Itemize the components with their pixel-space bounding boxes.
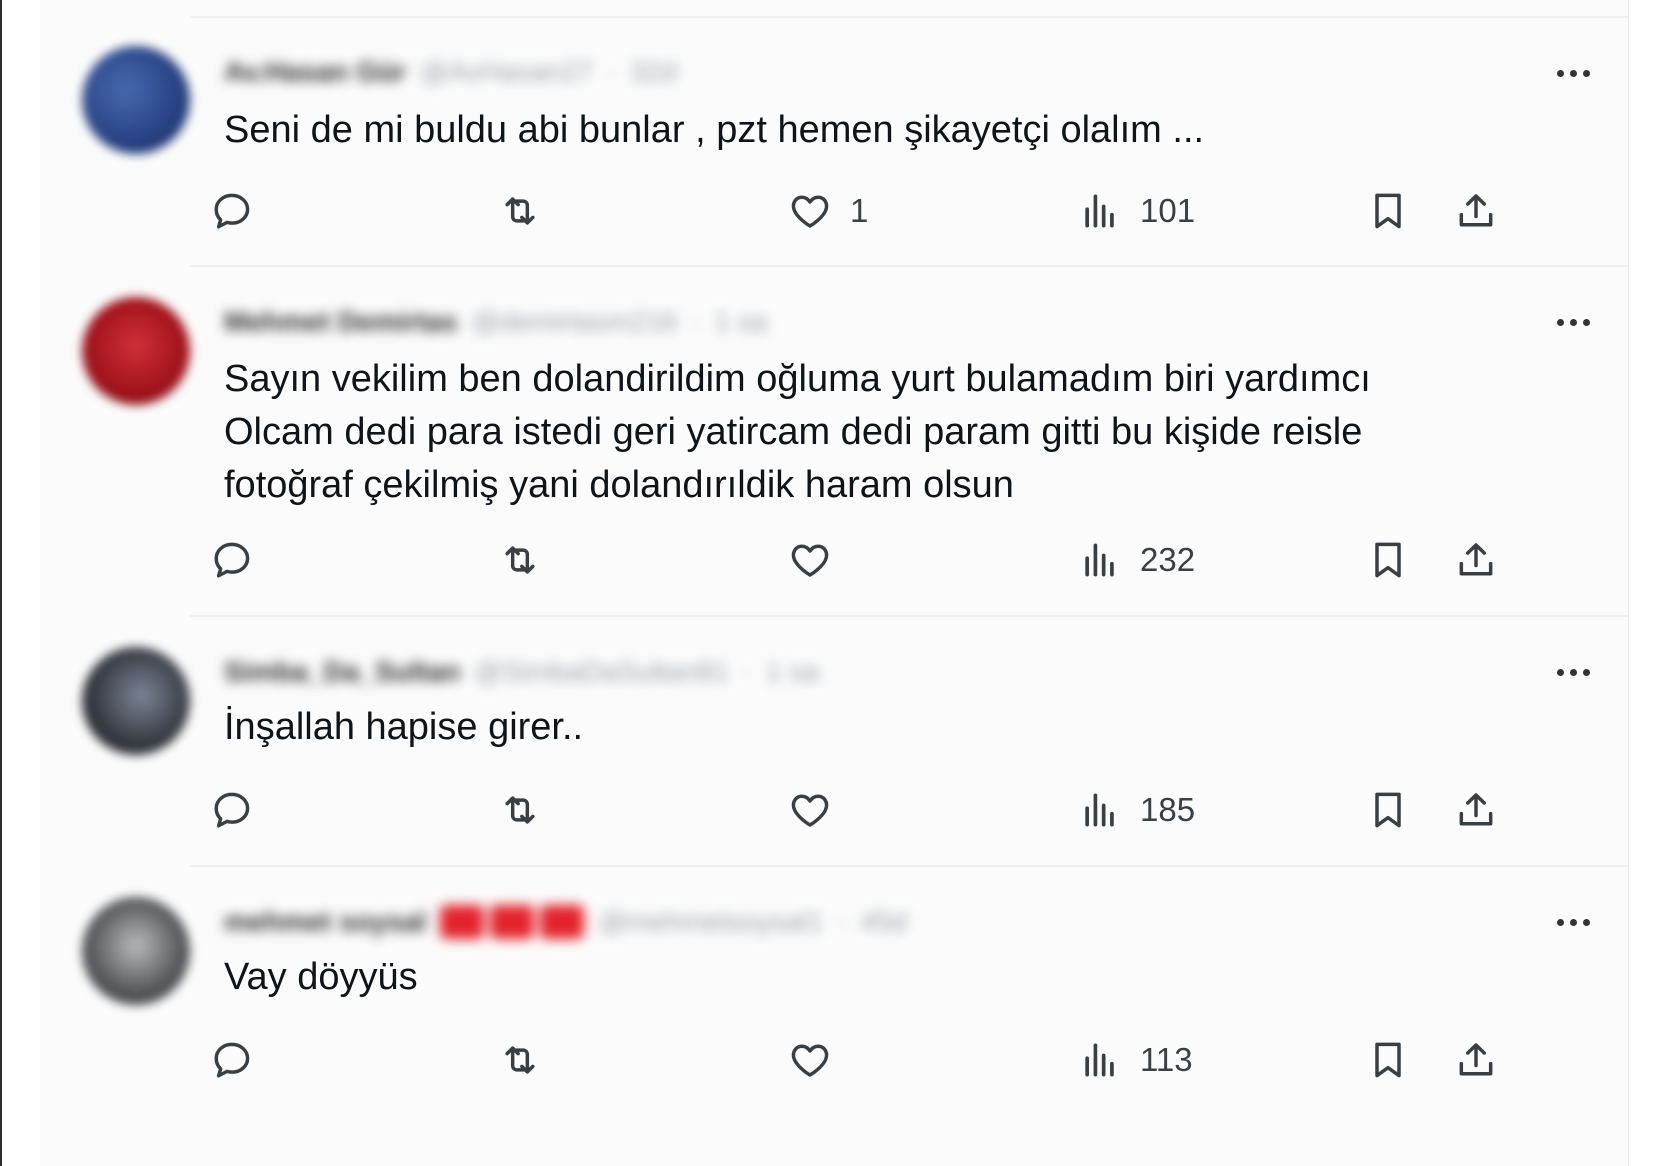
- more-icon[interactable]: [1548, 657, 1598, 687]
- share-icon: [1459, 1043, 1493, 1076]
- avatar[interactable]: [82, 297, 190, 405]
- timestamp[interactable]: 1 sa: [715, 306, 768, 338]
- reply-tweet[interactable]: Simba_Da_Sultan @SimbaDaSultan81 · 1 sa …: [40, 615, 1628, 865]
- reply-icon: [214, 792, 250, 828]
- views-icon: [1085, 793, 1114, 827]
- share-button[interactable]: [1454, 535, 1498, 585]
- like-count: 1: [850, 192, 869, 229]
- like-button[interactable]: [788, 785, 850, 835]
- retweet-button[interactable]: [498, 1035, 542, 1085]
- bookmark-icon: [1375, 792, 1401, 828]
- reply-tweet[interactable]: Av.Hasan Gür @AvHasan27 · 32d Seni de mi…: [40, 18, 1628, 283]
- reply-icon: [214, 1042, 250, 1078]
- bookmark-icon: [1375, 1042, 1401, 1078]
- timestamp[interactable]: 45d: [860, 906, 907, 938]
- heart-icon: [791, 794, 829, 827]
- retweet-icon: [505, 197, 535, 225]
- divider: [190, 615, 1628, 617]
- tweet-text: Vay döyyüs: [224, 956, 418, 998]
- views-button[interactable]: 232: [1078, 535, 1195, 585]
- bookmark-button[interactable]: [1366, 1035, 1410, 1085]
- tweet-header: Simba_Da_Sultan @SimbaDaSultan81 · 1 sa: [224, 652, 819, 692]
- like-button[interactable]: [788, 1035, 850, 1085]
- share-icon: [1459, 793, 1493, 826]
- tweet-actions: 185: [40, 785, 1628, 835]
- heart-icon: [791, 195, 829, 228]
- divider: [190, 265, 1628, 267]
- like-button[interactable]: [788, 535, 850, 585]
- bookmark-icon: [1375, 542, 1401, 578]
- tweet-text: İnşallah hapise girer..: [224, 706, 584, 748]
- tweet-text: Sayın vekilim ben dolandirildim oğluma y…: [224, 358, 1371, 506]
- tweet-text: Seni de mi buldu abi bunlar , pzt hemen …: [224, 109, 1205, 151]
- window-border-right: [1628, 0, 1664, 1166]
- reply-icon: [214, 542, 250, 578]
- retweet-button[interactable]: [498, 785, 542, 835]
- bookmark-button[interactable]: [1366, 785, 1410, 835]
- tweet-header: Av.Hasan Gür @AvHasan27 · 32d: [224, 52, 677, 92]
- separator-dot: ·: [742, 656, 752, 687]
- user-handle[interactable]: @SimbaDaSultan81: [475, 656, 729, 688]
- share-button[interactable]: [1454, 186, 1498, 236]
- reply-button[interactable]: [210, 535, 254, 585]
- more-icon[interactable]: [1548, 907, 1598, 937]
- share-button[interactable]: [1454, 785, 1498, 835]
- bookmark-button[interactable]: [1366, 186, 1410, 236]
- user-handle[interactable]: @demirtasm216: [471, 306, 677, 338]
- separator-dot: ·: [836, 906, 847, 937]
- share-button[interactable]: [1454, 1035, 1498, 1085]
- divider: [190, 865, 1628, 867]
- views-icon: [1085, 194, 1114, 228]
- view-count: 185: [1140, 791, 1196, 828]
- reply-button[interactable]: [210, 785, 254, 835]
- separator-dot: ·: [691, 306, 701, 337]
- tweet-header: Mehmet Demirtas @demirtasm216 · 1 sa: [224, 302, 768, 342]
- views-icon: [1085, 543, 1114, 577]
- like-button[interactable]: 1: [788, 186, 868, 236]
- bookmark-button[interactable]: [1366, 535, 1410, 585]
- flag-emoji-badge: [440, 905, 585, 939]
- heart-icon: [791, 544, 829, 577]
- share-icon: [1459, 194, 1493, 227]
- view-count: 232: [1140, 541, 1196, 578]
- display-name[interactable]: Simba_Da_Sultan: [224, 656, 461, 688]
- display-name[interactable]: Av.Hasan Gür: [224, 56, 406, 88]
- window-border: [0, 0, 2, 1166]
- heart-icon: [791, 1044, 829, 1077]
- view-count: 101: [1140, 192, 1196, 229]
- views-button[interactable]: 185: [1078, 785, 1195, 835]
- bookmark-icon: [1375, 193, 1401, 229]
- retweet-icon: [505, 1046, 535, 1074]
- separator-dot: ·: [606, 56, 617, 87]
- more-icon[interactable]: [1548, 307, 1598, 337]
- views-icon: [1085, 1043, 1114, 1077]
- avatar[interactable]: [82, 897, 190, 1005]
- tweet-header: mehmet soysal @mehmetsoysal1 · 45d: [224, 902, 907, 942]
- reply-tweet[interactable]: mehmet soysal @mehmetsoysal1 · 45d Vay d…: [40, 865, 1628, 1135]
- views-button[interactable]: 113: [1078, 1035, 1193, 1085]
- avatar[interactable]: [82, 46, 190, 154]
- timestamp[interactable]: 1 sa: [766, 656, 819, 688]
- retweet-button[interactable]: [498, 186, 542, 236]
- reply-button[interactable]: [210, 1035, 254, 1085]
- tweet-actions: 113: [40, 1035, 1628, 1085]
- timestamp[interactable]: 32d: [630, 56, 677, 88]
- display-name[interactable]: Mehmet Demirtas: [224, 306, 457, 338]
- reply-icon: [214, 193, 250, 229]
- reply-tweet[interactable]: Mehmet Demirtas @demirtasm216 · 1 sa Say…: [40, 265, 1628, 615]
- reply-button[interactable]: [210, 186, 254, 236]
- retweet-icon: [505, 796, 535, 824]
- views-button[interactable]: 101: [1078, 186, 1195, 236]
- user-handle[interactable]: @mehmetsoysal1: [598, 906, 823, 938]
- display-name[interactable]: mehmet soysal: [224, 906, 426, 938]
- tweet-actions: 1 101: [40, 186, 1628, 236]
- more-icon[interactable]: [1548, 58, 1598, 88]
- avatar[interactable]: [82, 647, 190, 755]
- view-count: 113: [1140, 1041, 1193, 1078]
- retweet-icon: [505, 546, 535, 574]
- share-icon: [1459, 543, 1493, 576]
- retweet-button[interactable]: [498, 535, 542, 585]
- user-handle[interactable]: @AvHasan27: [420, 56, 593, 88]
- tweet-actions: 232: [40, 535, 1628, 585]
